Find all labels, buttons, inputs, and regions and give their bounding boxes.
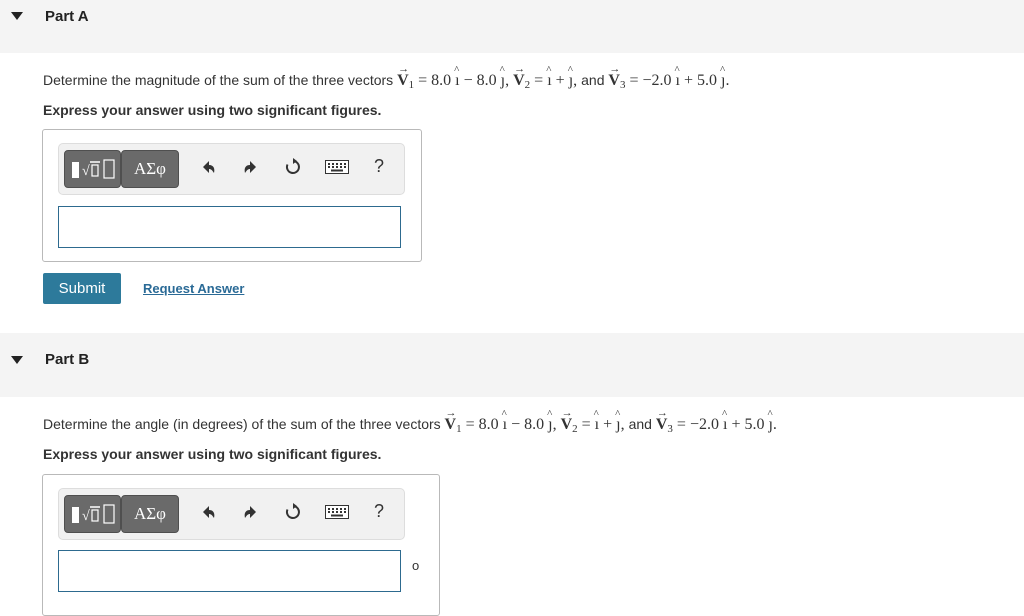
math-toolbar: √ ΑΣφ ? [58,143,405,195]
symbols-button[interactable]: ΑΣφ [121,150,179,188]
help-button[interactable]: ? [374,156,384,177]
part-a-instruction: Express your answer using two significan… [43,102,382,118]
part-b-title: Part B [45,351,90,368]
redo-icon[interactable] [242,158,260,181]
templates-button[interactable]: √ [64,495,121,533]
part-a-title: Part A [45,8,89,25]
request-answer-link[interactable]: Request Answer [143,281,244,296]
part-a-question: Determine the magnitude of the sum of th… [43,63,730,91]
svg-text:√: √ [82,509,90,524]
templates-icon: √ [72,504,115,524]
reset-icon[interactable] [284,158,302,181]
reset-icon[interactable] [284,503,302,526]
submit-button[interactable]: Submit [43,273,121,304]
part-a-header[interactable]: Part A [0,0,1024,53]
part-b-instruction: Express your answer using two significan… [43,446,382,462]
part-a-answer-input[interactable] [58,206,401,248]
templates-button[interactable]: √ [64,150,121,188]
symbols-button[interactable]: ΑΣφ [121,495,179,533]
keyboard-icon[interactable] [325,160,349,179]
redo-icon[interactable] [242,503,260,526]
svg-text:√: √ [82,164,90,179]
question-text: Determine the angle (in degrees) of the … [43,416,441,432]
vector-equation: → V1 = 8.0 ^ ı − 8.0 ^ ȷ, → V2 = ^ ı + ^ ȷ, [444,407,629,435]
degree-unit: o [412,558,420,573]
part-a-answer-box: √ ΑΣφ ? [42,129,422,262]
question-text: Determine the magnitude of the sum of th… [43,72,394,88]
help-button[interactable]: ? [374,501,384,522]
part-b-header[interactable]: Part B [0,333,1024,397]
collapse-arrow-icon[interactable] [11,356,23,364]
keyboard-icon[interactable] [325,505,349,524]
part-b-answer-box: √ ΑΣφ ? [42,474,440,616]
part-b-question: Determine the angle (in degrees) of the … [43,407,777,435]
vector-equation: → V1 = 8.0 ^ ı − 8.0 ^ ȷ, → V2 = ^ ı + ^ ȷ, [397,63,582,91]
templates-icon: √ [72,159,115,179]
part-b-answer-input[interactable] [58,550,401,592]
undo-icon[interactable] [199,158,217,181]
undo-icon[interactable] [199,503,217,526]
collapse-arrow-icon[interactable] [11,12,23,20]
math-toolbar: √ ΑΣφ ? [58,488,405,540]
